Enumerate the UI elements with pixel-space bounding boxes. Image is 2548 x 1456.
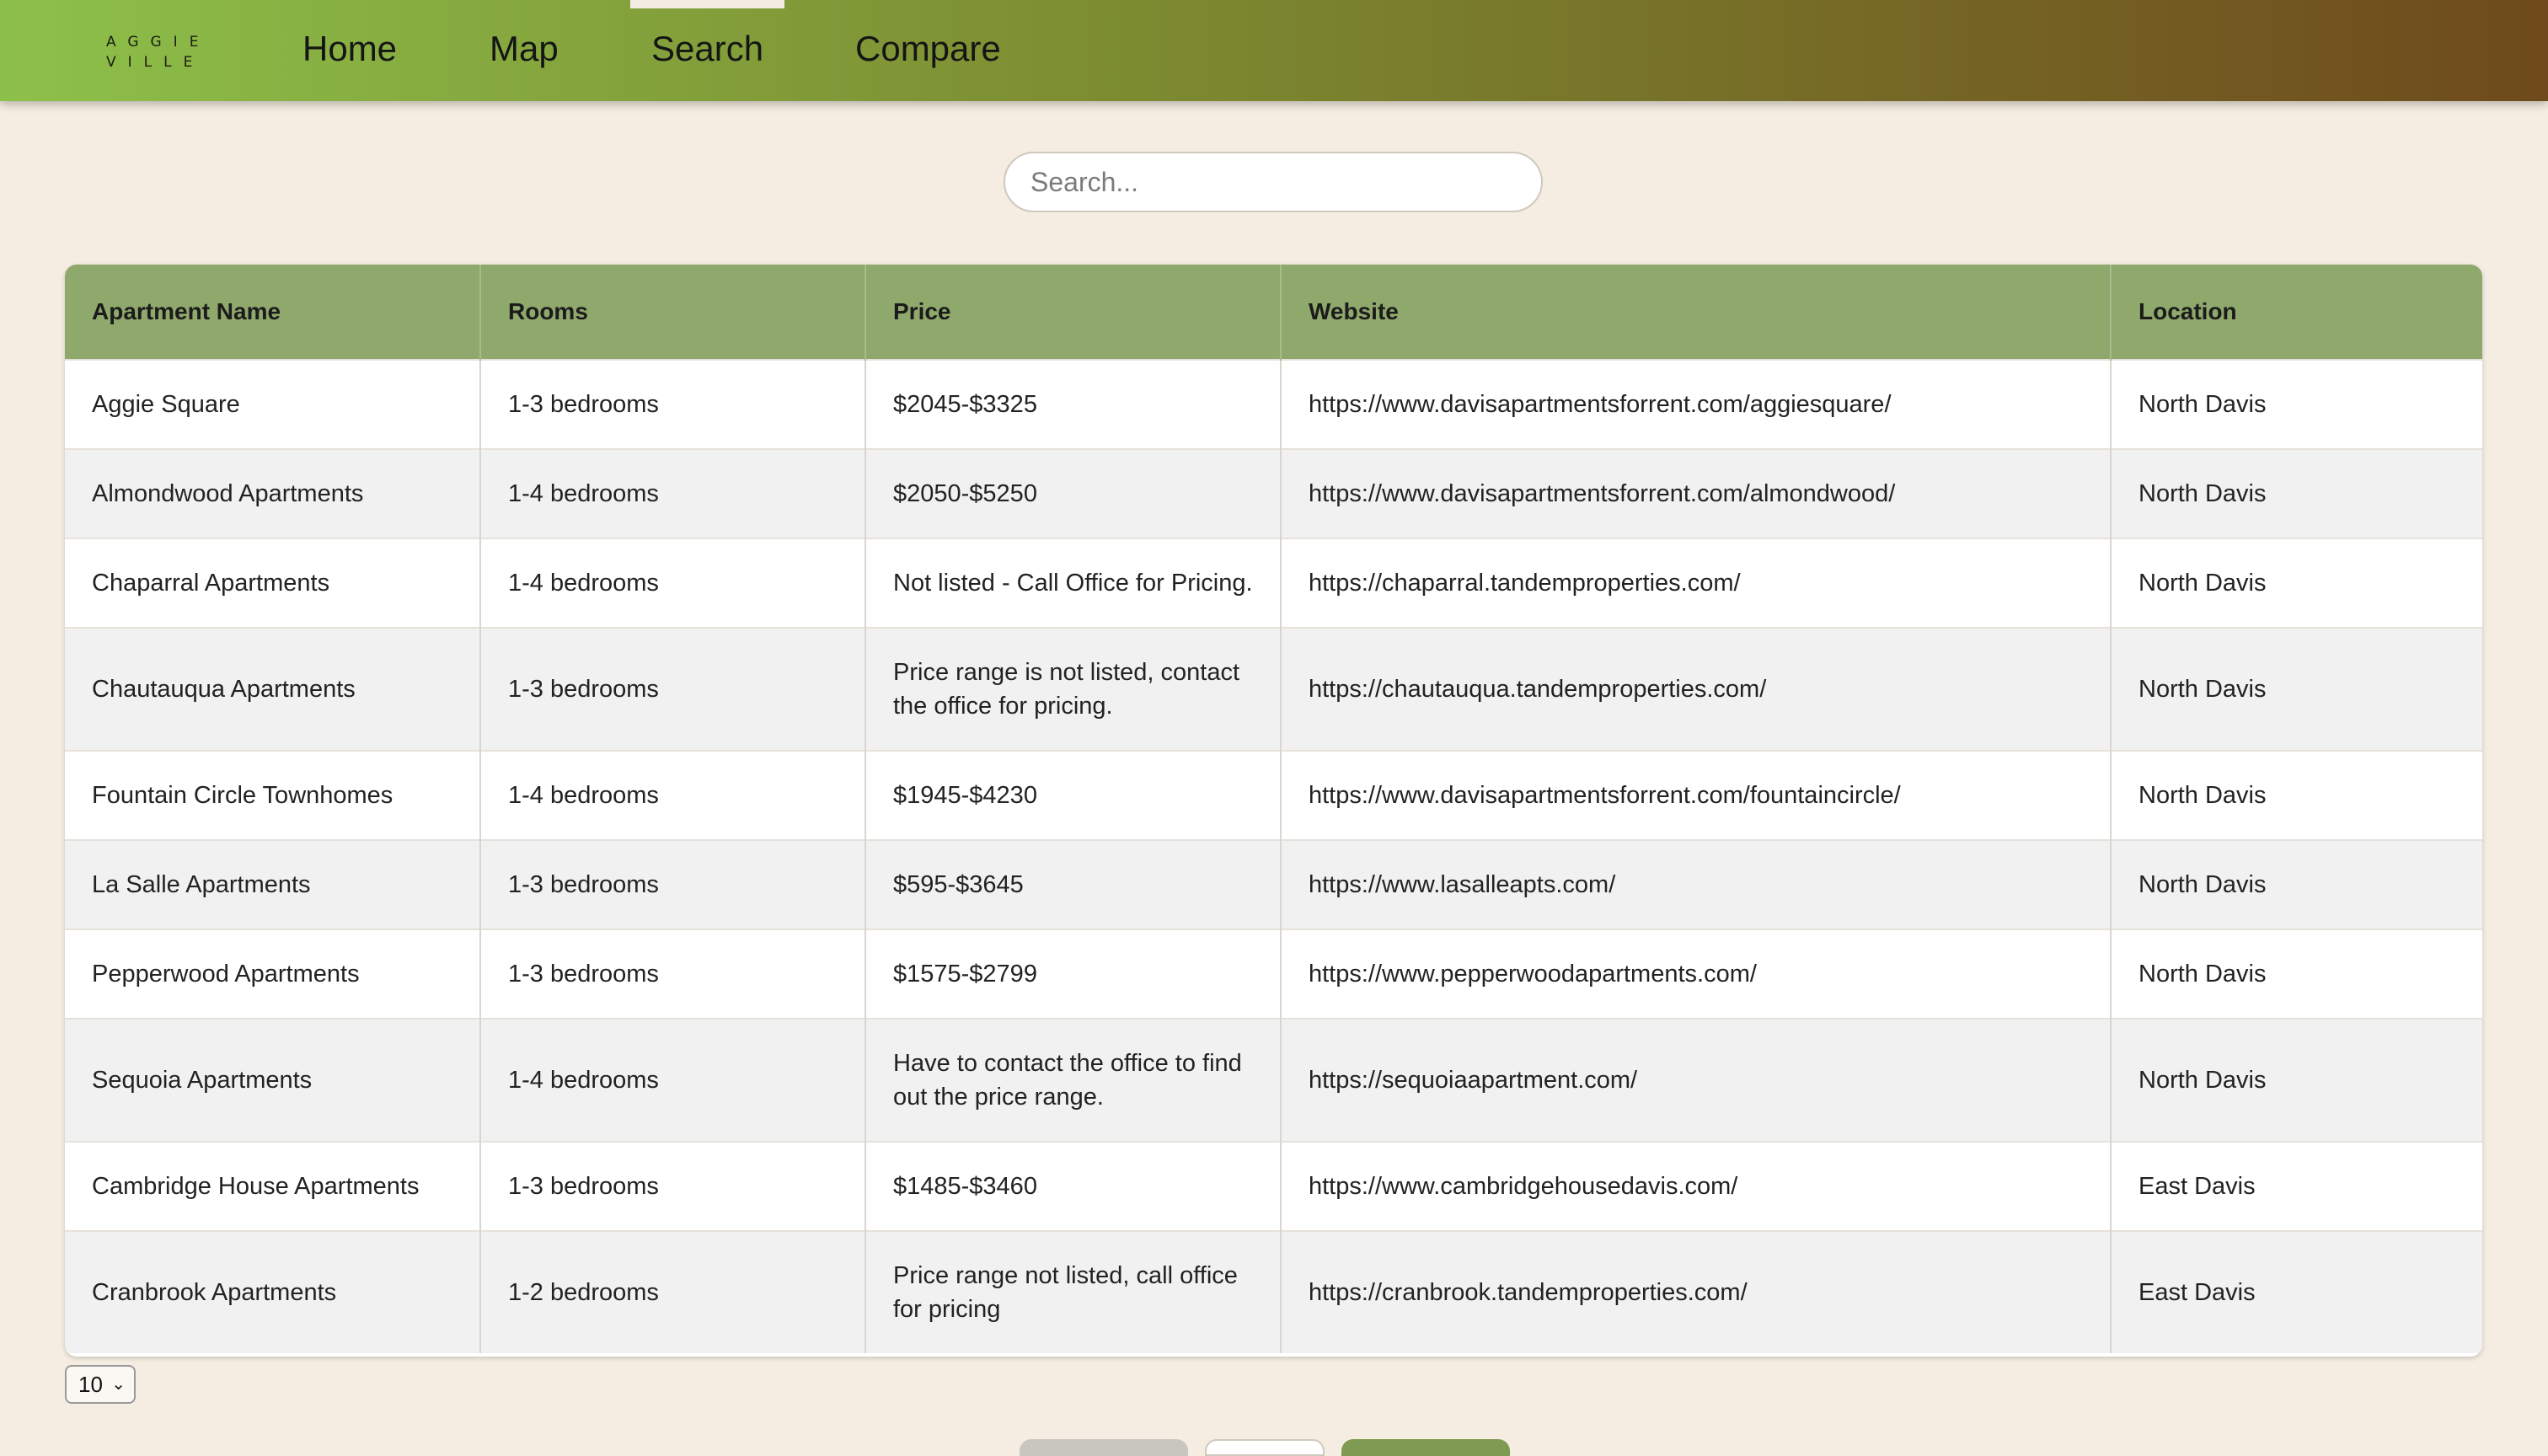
cell-price: Price range not listed, call office for …: [865, 1230, 1282, 1353]
table-row[interactable]: Aggie Square 1-3 bedrooms $2045-$3325 ht…: [65, 359, 2482, 449]
table-row[interactable]: Pepperwood Apartments 1-3 bedrooms $1575…: [65, 929, 2482, 1019]
cell-apartment-name: Chautauqua Apartments: [65, 627, 481, 751]
cell-price: $2045-$3325: [865, 359, 1282, 449]
cell-website[interactable]: https://www.davisapartmentsforrent.com/a…: [1281, 359, 2112, 449]
previous-page-button[interactable]: [1020, 1439, 1188, 1456]
page-size-select[interactable]: 10 ⌄: [65, 1365, 136, 1404]
cell-rooms: 1-2 bedrooms: [480, 1230, 866, 1353]
table-row[interactable]: Fountain Circle Townhomes 1-4 bedrooms $…: [65, 750, 2482, 840]
cell-rooms: 1-4 bedrooms: [480, 750, 866, 840]
cell-location: North Davis: [2111, 538, 2482, 628]
cell-website[interactable]: https://www.davisapartmentsforrent.com/a…: [1281, 448, 2112, 538]
table-row[interactable]: Cambridge House Apartments 1-3 bedrooms …: [65, 1141, 2482, 1231]
cell-website[interactable]: https://www.lasalleapts.com/: [1281, 839, 2112, 929]
cell-apartment-name: Chaparral Apartments: [65, 538, 481, 628]
nav-home-link[interactable]: Home: [302, 29, 397, 69]
current-page-button[interactable]: [1205, 1439, 1325, 1456]
table-row[interactable]: Chautauqua Apartments 1-3 bedrooms Price…: [65, 627, 2482, 751]
cell-website[interactable]: https://chautauqua.tandemproperties.com/: [1281, 627, 2112, 751]
header-apartment-name[interactable]: Apartment Name: [65, 265, 481, 360]
table-row[interactable]: Almondwood Apartments 1-4 bedrooms $2050…: [65, 448, 2482, 538]
cell-price: $1945-$4230: [865, 750, 1282, 840]
cell-location: North Davis: [2111, 359, 2482, 449]
cell-rooms: 1-4 bedrooms: [480, 448, 866, 538]
cell-rooms: 1-3 bedrooms: [480, 359, 866, 449]
aggieville-logo[interactable]: AGGIE VILLE: [106, 32, 199, 72]
header-rooms[interactable]: Rooms: [480, 265, 866, 360]
header-price[interactable]: Price: [865, 265, 1282, 360]
cell-website[interactable]: https://cranbrook.tandemproperties.com/: [1281, 1230, 2112, 1353]
cell-price: Not listed - Call Office for Pricing.: [865, 538, 1282, 628]
cell-location: North Davis: [2111, 448, 2482, 538]
cell-location: North Davis: [2111, 750, 2482, 840]
logo-line-1: AGGIE: [106, 34, 211, 51]
table-row[interactable]: Cranbrook Apartments 1-2 bedrooms Price …: [65, 1230, 2482, 1353]
cell-apartment-name: Almondwood Apartments: [65, 448, 481, 538]
cell-rooms: 1-4 bedrooms: [480, 538, 866, 628]
table-header-row: Apartment Name Rooms Price Website Locat…: [65, 265, 2482, 360]
cell-rooms: 1-3 bedrooms: [480, 839, 866, 929]
active-tab-indicator: [630, 0, 784, 8]
header-website[interactable]: Website: [1281, 265, 2112, 360]
cell-apartment-name: Fountain Circle Townhomes: [65, 750, 481, 840]
cell-price: Price range is not listed, contact the o…: [865, 627, 1282, 751]
cell-apartment-name: Cambridge House Apartments: [65, 1141, 481, 1231]
logo-line-2: VILLE: [106, 54, 205, 71]
cell-price: $595-$3645: [865, 839, 1282, 929]
apartments-table-card: Apartment Name Rooms Price Website Locat…: [65, 265, 2482, 1357]
cell-website[interactable]: https://www.davisapartmentsforrent.com/f…: [1281, 750, 2112, 840]
cell-price: Have to contact the office to find out t…: [865, 1018, 1282, 1142]
cell-rooms: 1-3 bedrooms: [480, 1141, 866, 1231]
cell-rooms: 1-3 bedrooms: [480, 929, 866, 1019]
cell-location: North Davis: [2111, 929, 2482, 1019]
cell-apartment-name: La Salle Apartments: [65, 839, 481, 929]
cell-rooms: 1-3 bedrooms: [480, 627, 866, 751]
cell-website[interactable]: https://sequoiaapartment.com/: [1281, 1018, 2112, 1142]
nav-map-link[interactable]: Map: [490, 29, 559, 69]
cell-apartment-name: Pepperwood Apartments: [65, 929, 481, 1019]
next-page-button[interactable]: [1341, 1439, 1510, 1456]
nav-compare-link[interactable]: Compare: [855, 29, 1001, 69]
table-row[interactable]: Sequoia Apartments 1-4 bedrooms Have to …: [65, 1018, 2482, 1142]
apartments-table: Apartment Name Rooms Price Website Locat…: [65, 265, 2482, 1353]
cell-rooms: 1-4 bedrooms: [480, 1018, 866, 1142]
cell-location: East Davis: [2111, 1141, 2482, 1231]
cell-price: $1485-$3460: [865, 1141, 1282, 1231]
cell-website[interactable]: https://chaparral.tandemproperties.com/: [1281, 538, 2112, 628]
cell-location: East Davis: [2111, 1230, 2482, 1353]
header-location[interactable]: Location: [2111, 265, 2482, 360]
cell-apartment-name: Aggie Square: [65, 359, 481, 449]
cell-location: North Davis: [2111, 1018, 2482, 1142]
cell-price: $1575-$2799: [865, 929, 1282, 1019]
table-row[interactable]: La Salle Apartments 1-3 bedrooms $595-$3…: [65, 839, 2482, 929]
search-input[interactable]: [1004, 152, 1543, 212]
cell-apartment-name: Sequoia Apartments: [65, 1018, 481, 1142]
top-navbar: AGGIE VILLE Home Map Search Compare: [0, 0, 2548, 101]
search-container: [1004, 152, 1543, 212]
chevron-down-icon: ⌄: [111, 1375, 126, 1394]
page-size-value: 10: [78, 1372, 103, 1397]
table-row[interactable]: Chaparral Apartments 1-4 bedrooms Not li…: [65, 538, 2482, 628]
cell-website[interactable]: https://www.pepperwoodapartments.com/: [1281, 929, 2112, 1019]
cell-apartment-name: Cranbrook Apartments: [65, 1230, 481, 1353]
nav-search-link[interactable]: Search: [651, 29, 763, 69]
cell-price: $2050-$5250: [865, 448, 1282, 538]
cell-location: North Davis: [2111, 627, 2482, 751]
cell-location: North Davis: [2111, 839, 2482, 929]
cell-website[interactable]: https://www.cambridgehousedavis.com/: [1281, 1141, 2112, 1231]
